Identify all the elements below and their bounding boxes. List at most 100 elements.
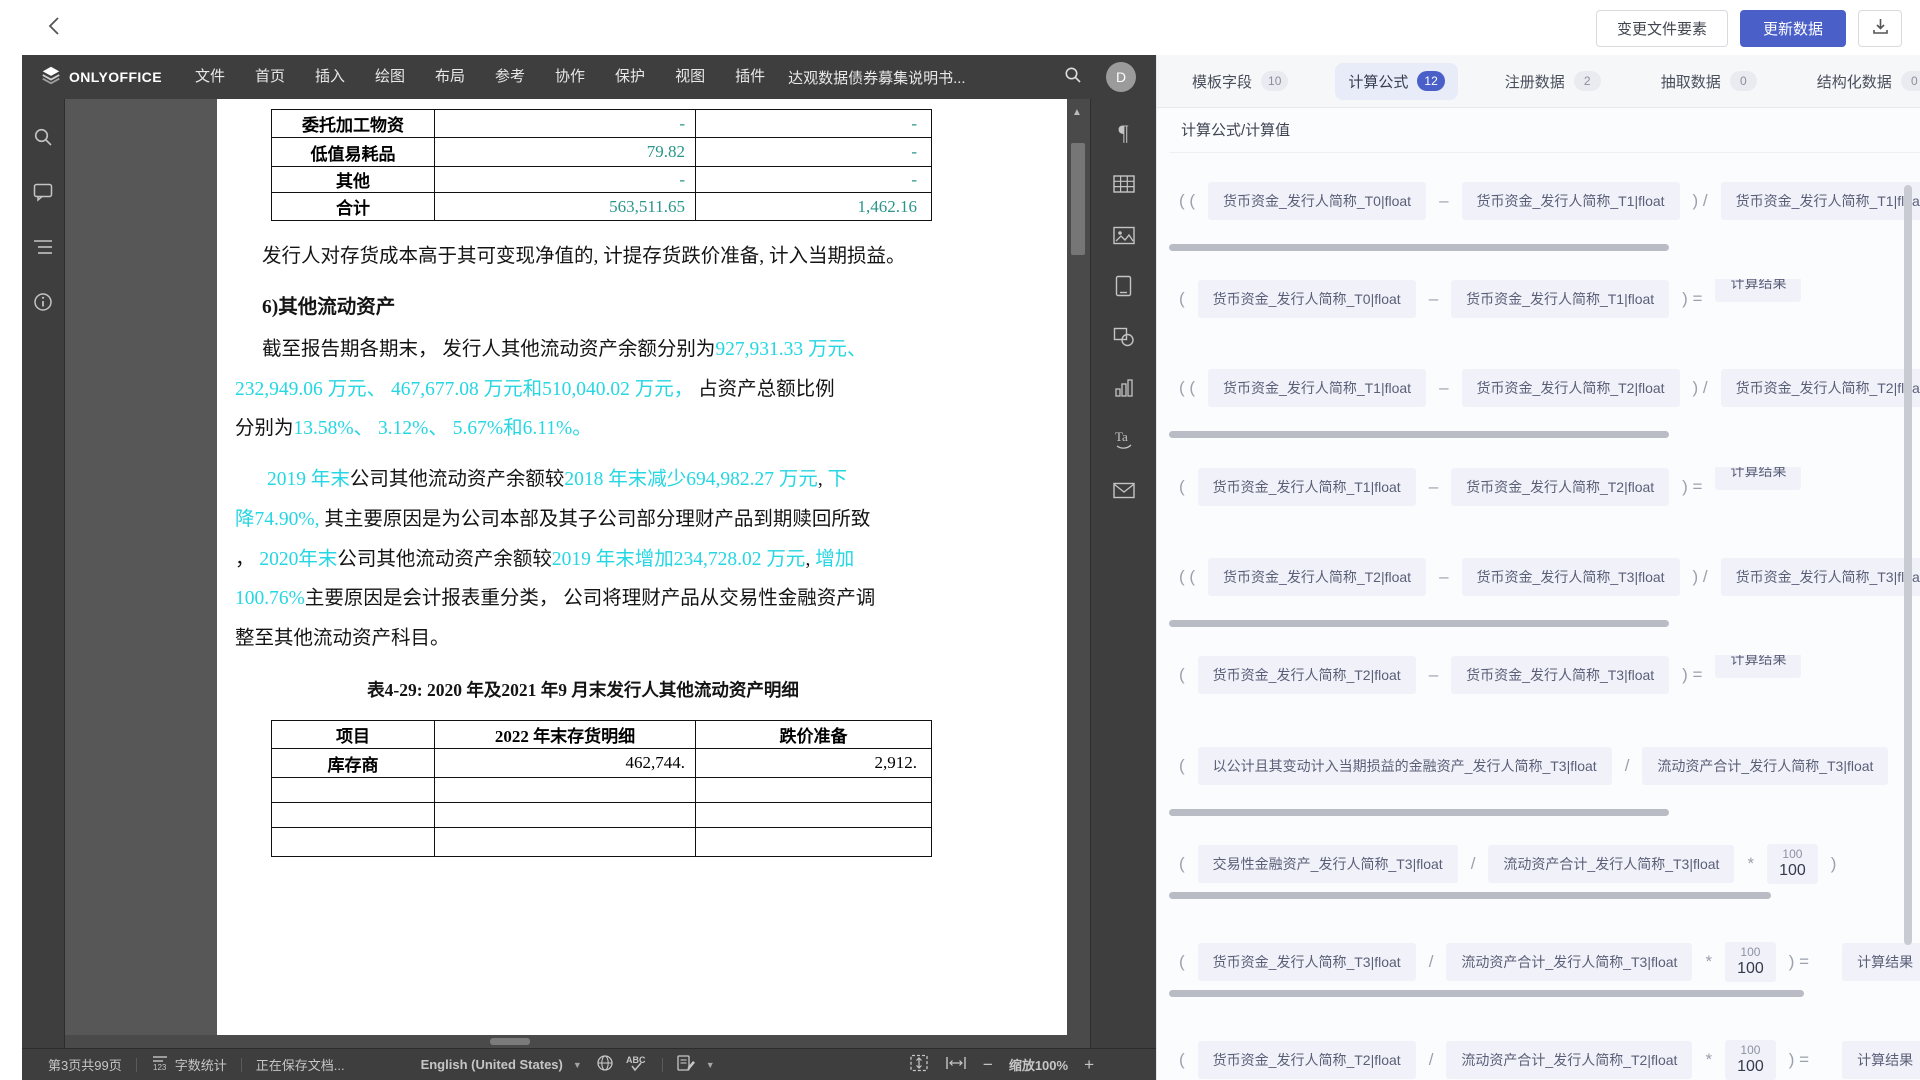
tab-模板字段[interactable]: 模板字段10	[1179, 63, 1301, 100]
tab-注册数据[interactable]: 注册数据2	[1492, 63, 1614, 100]
constant-chip[interactable]: 100100	[1725, 1040, 1776, 1079]
tab-抽取数据[interactable]: 抽取数据0	[1648, 63, 1770, 100]
chevron-down-icon: ▼	[573, 1060, 582, 1070]
menu-bar: ONLYOFFICE 文件首页插入绘图布局参考协作保护视图插件 达观数据债券募集…	[22, 55, 1156, 99]
field-chip[interactable]: 流动资产合计_发行人简称_T3|float	[1488, 845, 1734, 883]
menu-item-协作[interactable]: 协作	[540, 55, 600, 99]
search-icon[interactable]	[31, 125, 55, 149]
field-chip[interactable]: 货币资金_发行人简称_T1|float	[1721, 182, 1920, 220]
field-chip[interactable]: 货币资金_发行人简称_T1|float	[1198, 468, 1416, 506]
field-chip[interactable]: 交易性金融资产_发行人简称_T3|float	[1198, 845, 1458, 883]
panel-scroll-thumb[interactable]	[1904, 185, 1912, 945]
field-chip[interactable]: 货币资金_发行人简称_T0|float	[1208, 182, 1426, 220]
calc-result-chip[interactable]: 计算结果	[1715, 655, 1801, 678]
field-chip[interactable]: 货币资金_发行人简称_T3|float	[1198, 943, 1416, 981]
menu-item-保护[interactable]: 保护	[600, 55, 660, 99]
formula-operator: /	[1625, 756, 1630, 776]
back-chevron-icon	[47, 16, 61, 41]
constant-bottom: 100	[1779, 862, 1806, 881]
field-chip[interactable]: 货币资金_发行人简称_T1|float	[1462, 182, 1680, 220]
about-icon[interactable]	[31, 290, 55, 314]
document-horizontal-scrollbar[interactable]	[65, 1035, 1067, 1048]
field-chip[interactable]: 货币资金_发行人简称_T3|float	[1721, 558, 1920, 596]
document-title-tab[interactable]: 达观数据债券募集说明书...	[780, 67, 974, 88]
page-number-indicator[interactable]: 第3页共99页	[48, 1055, 122, 1074]
header-footer-settings-icon[interactable]	[1112, 274, 1136, 298]
track-changes-button[interactable]: ▼	[677, 1054, 715, 1075]
field-chip[interactable]: 货币资金_发行人简称_T2|float	[1451, 468, 1669, 506]
field-chip[interactable]: 货币资金_发行人简称_T2|float	[1198, 1041, 1416, 1079]
table-row	[272, 828, 932, 857]
image-settings-icon[interactable]	[1112, 223, 1136, 247]
calc-result-chip[interactable]: 计算结果	[1842, 943, 1920, 981]
chart-settings-icon[interactable]	[1112, 376, 1136, 400]
tab-count-badge: 2	[1574, 71, 1601, 91]
menu-item-参考[interactable]: 参考	[480, 55, 540, 99]
field-chip[interactable]: 货币资金_发行人简称_T3|float	[1451, 656, 1669, 694]
calc-result-chip[interactable]: 计算结果	[1715, 279, 1801, 302]
field-chip[interactable]: 货币资金_发行人简称_T2|float	[1198, 656, 1416, 694]
headings-icon[interactable]	[31, 235, 55, 259]
field-chip[interactable]: 货币资金_发行人简称_T2|float	[1208, 558, 1426, 596]
zoom-out-button[interactable]: −	[983, 1055, 993, 1075]
field-chip[interactable]: 货币资金_发行人简称_T0|float	[1198, 280, 1416, 318]
table-cell: 其他	[272, 167, 435, 193]
field-chip[interactable]: 流动资产合计_发行人简称_T2|float	[1446, 1041, 1692, 1079]
menu-item-绘图[interactable]: 绘图	[360, 55, 420, 99]
document-vertical-scrollbar[interactable]: ▲	[1067, 99, 1090, 1048]
table-cell: 563,511.65	[435, 193, 696, 221]
update-data-button[interactable]: 更新数据	[1740, 10, 1846, 47]
word-count-button[interactable]: 123 字数统计	[151, 1055, 227, 1074]
formula-operator: (	[1179, 952, 1185, 972]
language-selector[interactable]: English (United States) ▼	[421, 1057, 582, 1072]
calc-result-chip[interactable]: 计算结果	[1842, 1041, 1920, 1079]
fit-page-button[interactable]	[909, 1054, 929, 1075]
table-cell	[696, 778, 932, 803]
textart-settings-icon[interactable]: Ta	[1112, 427, 1136, 451]
vertical-scroll-thumb[interactable]	[1071, 143, 1085, 255]
menu-item-文件[interactable]: 文件	[180, 55, 240, 99]
right-settings-toolbar: ¶ Ta	[1090, 99, 1156, 1048]
user-avatar[interactable]: D	[1106, 62, 1136, 92]
field-chip[interactable]: 流动资产合计_发行人简称_T3|float	[1642, 747, 1888, 785]
tab-结构化数据[interactable]: 结构化数据0	[1804, 63, 1920, 100]
scroll-up-icon[interactable]: ▲	[1072, 107, 1082, 118]
paragraph-settings-icon[interactable]: ¶	[1112, 121, 1136, 145]
document-language-button[interactable]	[596, 1054, 614, 1075]
menu-item-插件[interactable]: 插件	[720, 55, 780, 99]
tab-计算公式[interactable]: 计算公式12	[1335, 63, 1457, 100]
menu-item-插入[interactable]: 插入	[300, 55, 360, 99]
search-button[interactable]	[1054, 66, 1092, 89]
shape-settings-icon[interactable]	[1112, 325, 1136, 349]
menu-item-布局[interactable]: 布局	[420, 55, 480, 99]
tab-label: 结构化数据	[1817, 71, 1892, 92]
spellcheck-button[interactable]: ABC	[626, 1054, 648, 1075]
constant-top: 100	[1737, 1043, 1764, 1057]
download-button[interactable]	[1858, 10, 1902, 47]
comments-icon[interactable]	[31, 180, 55, 204]
table-cell: 跌价准备	[696, 721, 932, 749]
menu-item-首页[interactable]: 首页	[240, 55, 300, 99]
document-page[interactable]: 委托加工物资--低值易耗品79.82-其他--合计563,511.651,462…	[217, 99, 1067, 1035]
field-chip[interactable]: 货币资金_发行人简称_T2|float	[1462, 369, 1680, 407]
back-button[interactable]	[40, 14, 68, 42]
field-chip[interactable]: 流动资产合计_发行人简称_T3|float	[1446, 943, 1692, 981]
zoom-level-label[interactable]: 缩放100%	[1009, 1055, 1068, 1074]
mailmerge-settings-icon[interactable]	[1112, 478, 1136, 502]
fit-width-button[interactable]	[945, 1055, 967, 1074]
calc-result-chip[interactable]: 计算结果	[1715, 467, 1801, 490]
body-text: 占资产总额比例	[693, 379, 834, 400]
horizontal-scroll-thumb[interactable]	[490, 1038, 530, 1045]
field-chip[interactable]: 货币资金_发行人简称_T1|float	[1208, 369, 1426, 407]
change-file-elements-button[interactable]: 变更文件要素	[1596, 10, 1728, 47]
field-chip[interactable]: 货币资金_发行人简称_T3|float	[1462, 558, 1680, 596]
zoom-in-button[interactable]: +	[1084, 1055, 1094, 1075]
zoom-controls: − 缩放100% +	[909, 1054, 1156, 1075]
field-chip[interactable]: 货币资金_发行人简称_T2|float	[1721, 369, 1920, 407]
field-chip[interactable]: 以公计且其变动计入当期损益的金融资产_发行人简称_T3|float	[1198, 747, 1612, 785]
constant-chip[interactable]: 100100	[1767, 844, 1818, 883]
field-chip[interactable]: 货币资金_发行人简称_T1|float	[1451, 280, 1669, 318]
menu-item-视图[interactable]: 视图	[660, 55, 720, 99]
constant-chip[interactable]: 100100	[1725, 942, 1776, 981]
table-settings-icon[interactable]	[1112, 172, 1136, 196]
